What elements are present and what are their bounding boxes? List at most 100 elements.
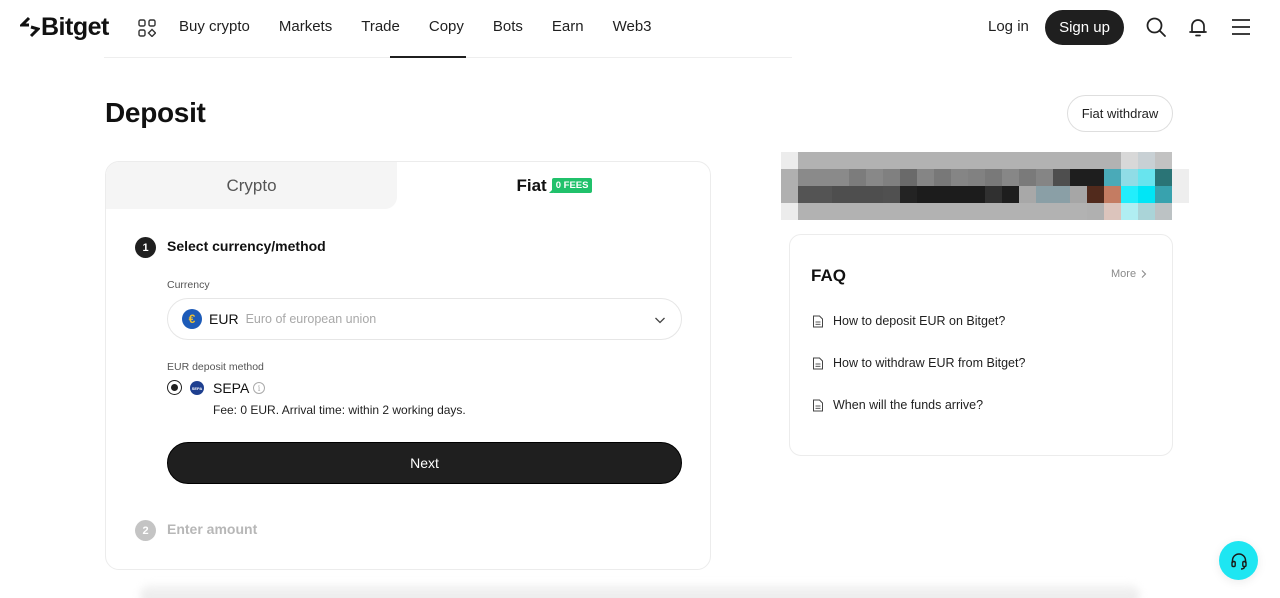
banner-pixel [1104, 152, 1121, 169]
banner-pixel [985, 152, 1002, 169]
banner-pixel [934, 203, 951, 220]
method-name[interactable]: SEPA [213, 380, 249, 396]
faq-item-text: How to deposit EUR on Bitget? [833, 314, 1006, 328]
banner-pixel [849, 169, 866, 186]
bitget-logo-icon [20, 16, 40, 38]
banner-pixel [917, 186, 934, 203]
apps-grid-icon[interactable] [138, 19, 156, 37]
banner-pixel [1053, 186, 1070, 203]
banner-pixel [832, 186, 849, 203]
tab-crypto[interactable]: Crypto [106, 162, 397, 209]
nav-trade[interactable]: Trade [361, 17, 400, 37]
banner-pixel [781, 152, 798, 169]
banner-pixel [1172, 203, 1189, 220]
document-icon [813, 357, 823, 369]
euro-coin-icon: € [182, 309, 202, 329]
banner-pixel [968, 169, 985, 186]
fee-info: Fee: 0 EUR. Arrival time: within 2 worki… [213, 403, 466, 417]
banner-pixel [1070, 203, 1087, 220]
banner-pixel [1172, 152, 1189, 169]
banner-pixel [815, 186, 832, 203]
sepa-radio[interactable] [167, 380, 182, 395]
menu-icon[interactable] [1229, 15, 1253, 39]
banner-pixel [1121, 203, 1138, 220]
banner-pixel [1104, 169, 1121, 186]
banner-pixel [1070, 152, 1087, 169]
banner-pixel [883, 152, 900, 169]
currency-label: Currency [167, 279, 210, 291]
banner-pixel [900, 169, 917, 186]
promo-banner[interactable] [781, 152, 1189, 220]
banner-pixel [798, 203, 815, 220]
banner-pixel [1155, 203, 1172, 220]
banner-pixel [832, 152, 849, 169]
faq-item[interactable]: How to deposit EUR on Bitget? [812, 314, 1005, 328]
banner-pixel [1036, 169, 1053, 186]
nav-buy-crypto[interactable]: Buy crypto [179, 17, 250, 37]
banner-pixel [1087, 203, 1104, 220]
tab-crypto-label: Crypto [226, 175, 277, 195]
support-chat-button[interactable] [1219, 541, 1258, 580]
currency-select[interactable]: € EUR Euro of european union [167, 298, 682, 340]
nav-markets[interactable]: Markets [279, 17, 332, 37]
banner-pixel [968, 203, 985, 220]
banner-pixel [900, 203, 917, 220]
bitget-logo[interactable]: Bitget [20, 11, 109, 43]
banner-pixel [1104, 186, 1121, 203]
banner-pixel [917, 203, 934, 220]
bottom-shadow [140, 585, 1140, 598]
banner-pixel [917, 152, 934, 169]
banner-pixel [1087, 169, 1104, 186]
banner-pixel [883, 186, 900, 203]
banner-pixel [781, 186, 798, 203]
info-icon[interactable]: i [253, 382, 265, 394]
banner-pixel [849, 186, 866, 203]
banner-pixel [1036, 186, 1053, 203]
banner-pixel [1138, 186, 1155, 203]
banner-pixel [1087, 186, 1104, 203]
faq-more-link[interactable]: More [1111, 268, 1148, 280]
banner-pixel [985, 203, 1002, 220]
top-nav-bar: Bitget Buy crypto Markets Trade Copy Bot… [0, 0, 1280, 56]
nav-bots[interactable]: Bots [493, 17, 523, 37]
nav-earn[interactable]: Earn [552, 17, 584, 37]
faq-item[interactable]: When will the funds arrive? [812, 398, 983, 412]
banner-pixel [798, 186, 815, 203]
banner-pixel [1053, 169, 1070, 186]
banner-pixel [934, 169, 951, 186]
faq-item-text: How to withdraw EUR from Bitget? [833, 356, 1026, 370]
nav-copy[interactable]: Copy [429, 17, 464, 37]
nav-web3[interactable]: Web3 [613, 17, 652, 37]
banner-pixel [866, 186, 883, 203]
document-icon [813, 399, 823, 411]
faq-title: FAQ [811, 266, 846, 285]
banner-pixel [1104, 203, 1121, 220]
brand-name: Bitget [41, 12, 109, 41]
banner-pixel [951, 203, 968, 220]
login-link[interactable]: Log in [988, 18, 1029, 35]
step-2-title: Enter amount [167, 521, 258, 537]
step-1-title: Select currency/method [167, 238, 326, 254]
banner-pixel [866, 203, 883, 220]
banner-pixel [951, 152, 968, 169]
next-button[interactable]: Next [167, 442, 682, 484]
bell-icon[interactable] [1186, 15, 1210, 39]
deposit-card: Crypto Fiat 0 FEES 1 Select currency/met… [105, 161, 711, 570]
faq-item[interactable]: How to withdraw EUR from Bitget? [812, 356, 1025, 370]
banner-pixel [951, 186, 968, 203]
search-icon[interactable] [1144, 15, 1168, 39]
banner-pixel [815, 203, 832, 220]
document-icon [813, 315, 823, 327]
banner-pixel [1019, 203, 1036, 220]
banner-pixel [1002, 186, 1019, 203]
banner-pixel [1155, 152, 1172, 169]
banner-pixel [832, 169, 849, 186]
banner-pixel [781, 203, 798, 220]
banner-pixel [1036, 152, 1053, 169]
banner-pixel [1070, 169, 1087, 186]
tab-fiat[interactable]: Fiat 0 FEES [397, 162, 710, 209]
zero-fees-badge: 0 FEES [548, 178, 593, 193]
banner-pixel [798, 169, 815, 186]
fiat-withdraw-button[interactable]: Fiat withdraw [1067, 95, 1173, 132]
signup-button[interactable]: Sign up [1045, 10, 1124, 45]
